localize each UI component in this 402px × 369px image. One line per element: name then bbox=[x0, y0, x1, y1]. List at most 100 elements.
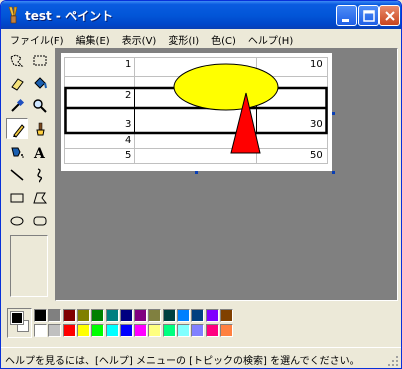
palette-swatch[interactable] bbox=[162, 324, 176, 337]
tool-magnifier[interactable] bbox=[29, 95, 51, 116]
palette-swatch[interactable] bbox=[76, 309, 90, 322]
cell-left-1: 1 bbox=[125, 59, 132, 70]
yellow-ellipse bbox=[173, 63, 279, 111]
paint-brush-icon bbox=[6, 6, 22, 24]
brush-icon bbox=[36, 122, 45, 136]
rect-select-icon bbox=[33, 55, 47, 66]
palette-swatch[interactable] bbox=[177, 309, 190, 322]
paint-window: test - ペイント ファイル(F) 編集(E) 表示(V) 変形(I) 色(… bbox=[0, 0, 402, 369]
cell-left-3: 3 bbox=[125, 119, 132, 130]
palette-swatch[interactable] bbox=[219, 324, 233, 337]
palette-swatch[interactable] bbox=[48, 309, 62, 322]
menu-help[interactable]: ヘルプ(H) bbox=[242, 29, 299, 47]
text-icon: A bbox=[33, 146, 46, 160]
tool-ellipse[interactable] bbox=[6, 210, 28, 231]
resize-handle-right[interactable] bbox=[332, 112, 335, 115]
palette-swatch[interactable] bbox=[205, 324, 219, 337]
menu-image[interactable]: 変形(I) bbox=[162, 29, 205, 47]
tool-rect-select[interactable] bbox=[29, 50, 51, 71]
tool-curve[interactable] bbox=[29, 164, 51, 185]
tool-eraser[interactable] bbox=[6, 73, 28, 94]
palette-swatch[interactable] bbox=[177, 324, 190, 337]
drawing-canvas[interactable]: 1 10 2 3 30 4 5 50 bbox=[61, 53, 332, 171]
maximize-icon bbox=[363, 10, 375, 22]
pencil-icon bbox=[13, 124, 25, 138]
palette-swatch[interactable] bbox=[219, 309, 233, 322]
palette-swatch[interactable] bbox=[105, 324, 119, 337]
palette-swatch[interactable] bbox=[76, 324, 90, 337]
canvas-drawing bbox=[64, 57, 328, 164]
line-icon bbox=[10, 169, 24, 181]
palette-swatch[interactable] bbox=[62, 309, 76, 322]
palette-swatch[interactable] bbox=[34, 309, 47, 322]
palette-swatch[interactable] bbox=[34, 324, 47, 337]
menu-colors[interactable]: 色(C) bbox=[205, 29, 242, 47]
color-palette bbox=[4, 304, 400, 344]
maximize-button[interactable] bbox=[358, 5, 379, 26]
tool-brush[interactable] bbox=[29, 118, 51, 139]
color-indicator bbox=[7, 308, 32, 338]
palette-swatch[interactable] bbox=[148, 309, 162, 322]
cell-left-5: 5 bbox=[125, 150, 132, 161]
cell-left-4: 4 bbox=[125, 135, 132, 146]
ellipse-icon bbox=[10, 216, 24, 226]
tool-polygon[interactable] bbox=[29, 187, 51, 208]
cell-right-5: 50 bbox=[310, 150, 323, 161]
rounded-rect-icon bbox=[33, 216, 47, 226]
color-picker-icon bbox=[11, 98, 25, 112]
menu-file[interactable]: ファイル(F) bbox=[4, 29, 70, 47]
palette-swatch[interactable] bbox=[134, 309, 148, 322]
close-icon bbox=[385, 11, 395, 21]
tool-color-picker[interactable] bbox=[6, 95, 28, 116]
palette-swatch[interactable] bbox=[191, 324, 205, 337]
airbrush-icon bbox=[11, 147, 24, 158]
cell-right-3: 30 bbox=[310, 119, 323, 130]
resize-grip-icon[interactable] bbox=[387, 355, 399, 367]
tool-rectangle[interactable] bbox=[6, 187, 28, 208]
minimize-button[interactable] bbox=[336, 5, 357, 26]
svg-text:A: A bbox=[33, 146, 46, 160]
palette-swatch[interactable] bbox=[119, 309, 133, 322]
tool-text[interactable]: A bbox=[29, 141, 51, 162]
palette-swatch[interactable] bbox=[119, 324, 133, 337]
tool-options-panel[interactable] bbox=[10, 235, 48, 297]
eraser-icon bbox=[11, 78, 24, 91]
palette-swatch[interactable] bbox=[62, 324, 76, 337]
tool-airbrush[interactable] bbox=[6, 141, 28, 162]
minimize-icon bbox=[342, 19, 349, 22]
magnifier-icon bbox=[33, 99, 47, 113]
rectangle-icon bbox=[10, 193, 24, 203]
status-bar: ヘルプを見るには、[ヘルプ] メニューの [トピックの検索] を選んでください。 bbox=[1, 347, 401, 368]
resize-handle-bottom[interactable] bbox=[195, 171, 198, 174]
palette-swatch[interactable] bbox=[148, 324, 162, 337]
menu-view[interactable]: 表示(V) bbox=[116, 29, 163, 47]
status-text: ヘルプを見るには、[ヘルプ] メニューの [トピックの検索] を選んでください。 bbox=[5, 356, 360, 367]
toolbox: A bbox=[4, 48, 54, 302]
tool-pencil[interactable] bbox=[6, 118, 28, 139]
menu-bar: ファイル(F) 編集(E) 表示(V) 変形(I) 色(C) ヘルプ(H) bbox=[4, 29, 400, 47]
cell-left-2: 2 bbox=[125, 90, 132, 101]
palette-swatch[interactable] bbox=[162, 309, 176, 322]
cell-right-1: 10 bbox=[310, 59, 323, 70]
close-button[interactable] bbox=[379, 5, 400, 26]
palette-swatch[interactable] bbox=[105, 309, 119, 322]
palette-swatch[interactable] bbox=[134, 324, 148, 337]
canvas-workspace: 1 10 2 3 30 4 5 50 bbox=[55, 48, 398, 301]
curve-icon bbox=[37, 168, 43, 183]
tool-free-form-select[interactable] bbox=[6, 50, 28, 71]
palette-swatch[interactable] bbox=[91, 309, 105, 322]
palette-swatch[interactable] bbox=[205, 309, 219, 322]
resize-handle-corner[interactable] bbox=[332, 171, 335, 174]
palette-swatch[interactable] bbox=[91, 324, 105, 337]
tool-fill[interactable] bbox=[29, 73, 51, 94]
palette-swatch[interactable] bbox=[191, 309, 205, 322]
foreground-color[interactable] bbox=[10, 311, 24, 325]
free-form-select-icon bbox=[10, 54, 24, 67]
palette-swatch[interactable] bbox=[48, 324, 62, 337]
tool-rounded-rect[interactable] bbox=[29, 210, 51, 231]
polygon-icon bbox=[33, 192, 48, 204]
title-bar[interactable]: test - ペイント bbox=[1, 1, 401, 29]
menu-edit[interactable]: 編集(E) bbox=[70, 29, 116, 47]
window-title: test - ペイント bbox=[25, 9, 114, 23]
tool-line[interactable] bbox=[6, 164, 28, 185]
